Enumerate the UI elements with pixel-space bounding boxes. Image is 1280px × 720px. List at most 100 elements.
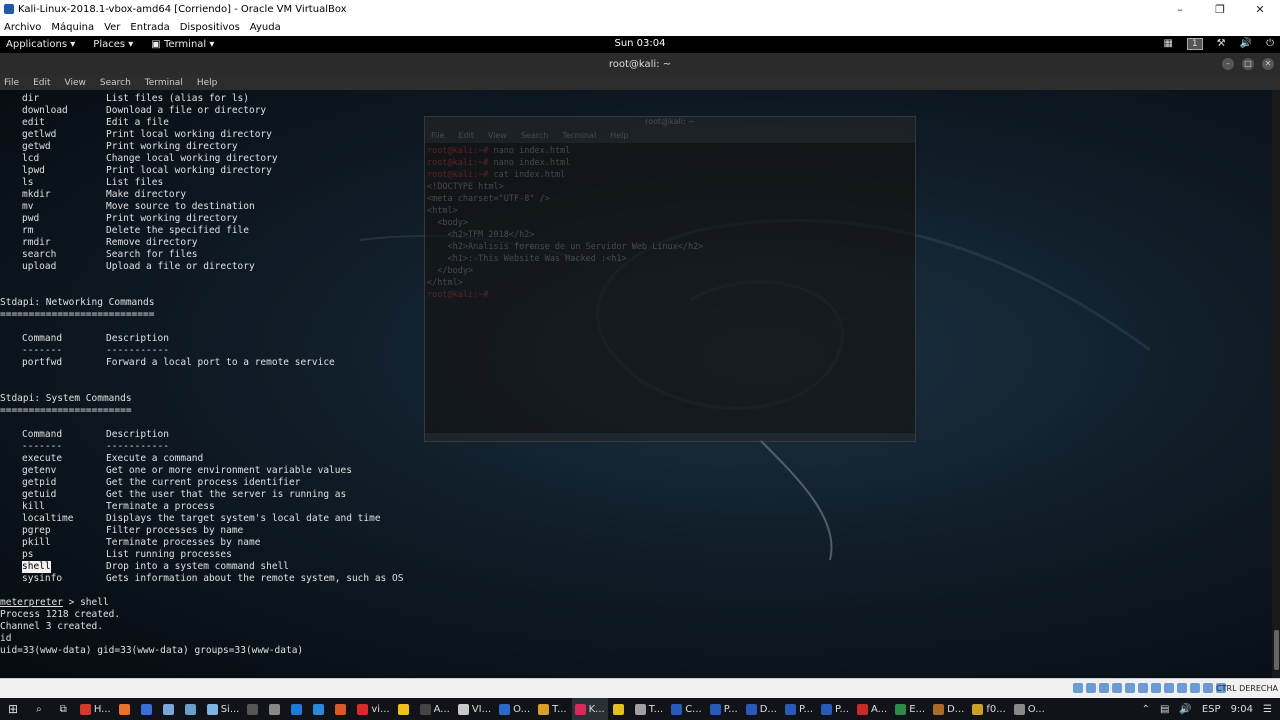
taskbar-app-label: Si... — [220, 703, 240, 715]
command-description: Get the user that the server is running … — [106, 489, 347, 500]
maximize-button[interactable]: ❐ — [1200, 0, 1240, 18]
mouse-integration-icon[interactable] — [1190, 683, 1200, 693]
table-row: mv Move source to destination — [0, 201, 1270, 213]
terminal-menu-edit[interactable]: Edit — [33, 78, 50, 88]
taskbar-app-button[interactable]: E... — [892, 698, 928, 720]
taskbar-app-button[interactable]: VI... — [455, 698, 494, 720]
task-view-icon[interactable]: ⧉ — [52, 698, 75, 720]
taskbar-app-button[interactable]: P... — [707, 698, 741, 720]
terminal-menu-search[interactable]: Search — [100, 78, 131, 88]
column-command-rule: ------- — [22, 345, 63, 356]
apps-grid-icon[interactable]: ▦ — [1163, 38, 1172, 50]
taskbar-app-button[interactable]: T... — [632, 698, 666, 720]
vbox-statusbar: CTRL DERECHA — [0, 678, 1280, 698]
taskbar-app-button[interactable]: P... — [818, 698, 852, 720]
terminal-output[interactable]: root@kali: ~ File Edit View Search Termi… — [0, 90, 1272, 678]
chevron-up-icon[interactable]: ⌃ — [1142, 704, 1150, 715]
command-description: Get the current process identifier — [106, 477, 301, 488]
taskbar-app-button[interactable]: P... — [782, 698, 816, 720]
workspace-indicator[interactable]: 1 — [1186, 38, 1203, 50]
taskbar-app-button[interactable] — [266, 698, 286, 720]
notifications-icon[interactable]: ☰ — [1263, 704, 1272, 715]
search-icon[interactable]: ⌕ — [28, 698, 50, 720]
command-name: localtime — [22, 513, 74, 524]
command-description: Edit a file — [106, 117, 169, 128]
taskbar-app-button[interactable]: vi... — [354, 698, 392, 720]
keyboard-icon[interactable] — [1203, 683, 1213, 693]
taskbar-app-button[interactable] — [116, 698, 136, 720]
taskbar-app-button[interactable] — [182, 698, 202, 720]
power-icon[interactable]: ⏻ — [1266, 38, 1274, 50]
recording-icon[interactable] — [1164, 683, 1174, 693]
tools-icon[interactable]: ⚒ — [1217, 38, 1226, 50]
hdd-icon[interactable] — [1073, 683, 1083, 693]
volume-icon[interactable]: 🔊 — [1240, 38, 1252, 50]
menu-ver[interactable]: Ver — [104, 22, 120, 33]
taskbar-app-button[interactable]: O... — [496, 698, 533, 720]
terminal-scrollbar[interactable] — [1272, 90, 1280, 678]
taskbar-app-button[interactable]: O... — [1011, 698, 1048, 720]
taskbar-clock[interactable]: 9:04 — [1231, 704, 1253, 715]
menu-entrada[interactable]: Entrada — [130, 22, 169, 33]
terminal-maximize-button[interactable]: □ — [1242, 58, 1254, 70]
menu-maquina[interactable]: Máquina — [51, 22, 94, 33]
terminal-close-button[interactable]: ✕ — [1262, 58, 1274, 70]
app-icon — [419, 703, 431, 715]
command-description: Delete the specified file — [106, 225, 249, 236]
table-row: getenv Get one or more environment variab… — [0, 465, 1270, 477]
taskbar-app-button[interactable] — [610, 698, 630, 720]
scrollbar-thumb[interactable] — [1274, 630, 1279, 670]
taskbar-app-button[interactable]: D... — [930, 698, 967, 720]
terminal-menu-help[interactable]: Help — [197, 78, 218, 88]
table-row: shell Drop into a system command shell — [0, 561, 1270, 573]
shared-folder-icon[interactable] — [1138, 683, 1148, 693]
taskbar-app-button[interactable]: C... — [668, 698, 705, 720]
system-tray: ⌃ ▤ 🔊 ESP 9:04 ☰ — [1142, 698, 1280, 720]
taskbar-app-button[interactable] — [288, 698, 308, 720]
optical-drive-icon[interactable] — [1086, 683, 1096, 693]
places-menu[interactable]: Places ▾ — [93, 39, 133, 50]
display-icon[interactable] — [1151, 683, 1161, 693]
applications-menu[interactable]: Applications ▾ — [6, 39, 75, 50]
command-name: pgrep — [22, 525, 51, 536]
terminal-menu-view[interactable]: View — [65, 78, 86, 88]
vbox-device-icons — [1073, 683, 1226, 693]
usb-icon[interactable] — [1125, 683, 1135, 693]
menu-dispositivos[interactable]: Dispositivos — [180, 22, 240, 33]
taskbar-app-button[interactable]: T... — [535, 698, 569, 720]
column-command: Command — [22, 333, 63, 344]
taskbar-app-button[interactable]: D... — [743, 698, 780, 720]
network-tray-icon[interactable]: ▤ — [1160, 704, 1169, 715]
cpu-icon[interactable] — [1177, 683, 1187, 693]
language-indicator[interactable]: ESP — [1202, 704, 1221, 715]
close-button[interactable]: ✕ — [1240, 0, 1280, 18]
taskbar-app-button[interactable] — [395, 698, 415, 720]
command-description: Print local working directory — [106, 129, 272, 140]
taskbar-app-button[interactable]: A... — [417, 698, 453, 720]
terminal-minimize-button[interactable]: – — [1222, 58, 1234, 70]
taskbar-app-button[interactable]: K... — [571, 698, 608, 720]
taskbar-app-button[interactable] — [244, 698, 264, 720]
taskbar-app-label: P... — [798, 703, 813, 715]
terminal-menu-terminal[interactable]: Terminal — [145, 78, 183, 88]
start-button[interactable]: ⊞ — [0, 698, 26, 720]
taskbar-app-button[interactable]: f0... — [969, 698, 1008, 720]
taskbar-app-button[interactable] — [310, 698, 330, 720]
taskbar-app-button[interactable] — [332, 698, 352, 720]
taskbar-app-button[interactable] — [138, 698, 158, 720]
taskbar-app-button[interactable]: H... — [77, 698, 114, 720]
terminal-menu-file[interactable]: File — [4, 78, 19, 88]
taskbar-app-button[interactable]: Si... — [204, 698, 243, 720]
audio-icon[interactable] — [1099, 683, 1109, 693]
menu-ayuda[interactable]: Ayuda — [250, 22, 281, 33]
terminal-app-menu[interactable]: ▣ Terminal ▾ — [151, 39, 214, 50]
speaker-icon[interactable]: 🔊 — [1179, 704, 1191, 715]
column-command: Command — [22, 429, 63, 440]
taskbar-app-button[interactable]: A... — [854, 698, 890, 720]
minimize-button[interactable]: – — [1160, 0, 1200, 18]
taskbar-app-button[interactable] — [160, 698, 180, 720]
table-row: edit Edit a file — [0, 117, 1270, 129]
network-icon[interactable] — [1112, 683, 1122, 693]
menu-archivo[interactable]: Archivo — [4, 22, 41, 33]
table-row: upload Upload a file or directory — [0, 261, 1270, 273]
